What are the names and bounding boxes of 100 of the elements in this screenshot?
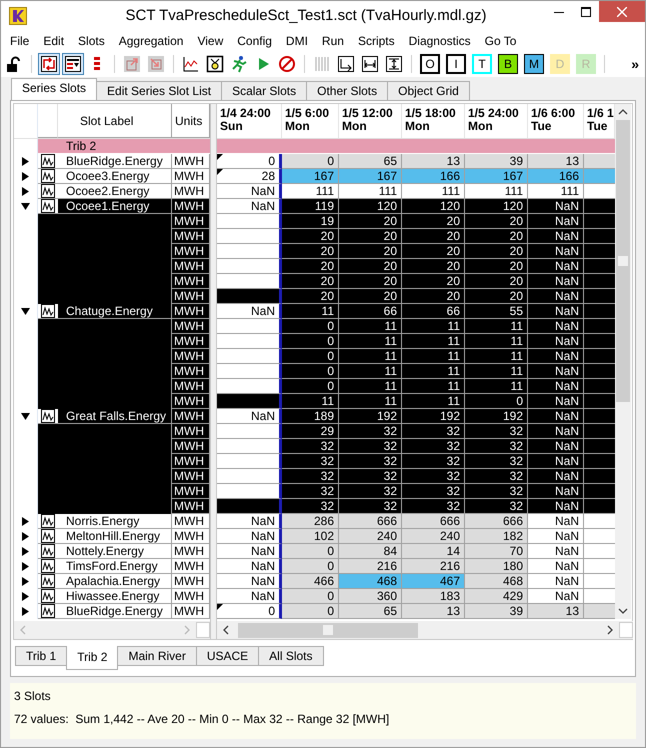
slot-label[interactable]: Norris.Energy [58, 514, 172, 529]
tab[interactable]: All Slots [258, 646, 324, 666]
expand-button[interactable] [383, 53, 405, 75]
bracket-button[interactable] [359, 53, 381, 75]
horizontal-scrollbar[interactable] [217, 621, 633, 639]
table-cell: NaN [217, 184, 282, 199]
tab[interactable]: Edit Series Slot List [96, 81, 222, 100]
expand-icon[interactable] [21, 592, 30, 601]
slot-label[interactable]: Hiwassee.Energy [58, 589, 172, 604]
menu-item[interactable]: Config [230, 34, 279, 48]
expand-icon[interactable] [21, 577, 30, 586]
letter-button[interactable]: B [498, 54, 518, 74]
letter-button[interactable]: M [524, 54, 544, 74]
table-cell: 32 [402, 454, 465, 469]
menu-item[interactable]: Slots [71, 34, 112, 48]
table-cell: NaN [528, 484, 584, 499]
table-cell: 32 [465, 424, 528, 439]
column-header[interactable]: Slot Label [58, 104, 172, 138]
table-cell: 19 [282, 214, 339, 229]
slot-label[interactable]: Ocoee3.Energy [58, 169, 172, 184]
table-cell: 20 [339, 274, 402, 289]
tab[interactable]: Main River [117, 646, 197, 666]
units-cell: MWH [172, 274, 210, 289]
expand-icon[interactable] [21, 532, 30, 541]
table-cell: NaN [528, 454, 584, 469]
tab[interactable]: Trib 1 [15, 646, 68, 666]
table-cell: NaN [528, 394, 584, 409]
table-cell: 32 [282, 469, 339, 484]
scrollbar-thumb[interactable] [238, 622, 418, 638]
bracket-button[interactable] [335, 53, 357, 75]
slot-label[interactable]: Nottely.Energy [58, 544, 172, 559]
horizontal-scrollbar[interactable] [14, 621, 210, 639]
table-cell: 0 [282, 589, 339, 604]
menu-item[interactable]: View [190, 34, 230, 48]
arrows-button[interactable] [38, 53, 60, 75]
letter-button[interactable]: I [446, 54, 466, 74]
tab[interactable]: USACE [196, 646, 260, 666]
menu-item[interactable]: Diagnostics [402, 34, 478, 48]
close-button[interactable] [599, 1, 645, 22]
node-button[interactable] [204, 53, 226, 75]
tab[interactable]: Other Slots [306, 81, 388, 100]
collapse-icon[interactable] [21, 307, 30, 316]
tab[interactable]: Scalar Slots [221, 81, 308, 100]
waveform-icon [41, 304, 55, 318]
collapse-icon[interactable] [21, 202, 30, 211]
scrollbar-thumb[interactable] [616, 120, 630, 402]
scroll-right-icon [183, 625, 191, 635]
column-header[interactable] [38, 104, 58, 138]
expand-icon[interactable] [21, 157, 30, 166]
letter-button[interactable]: O [420, 54, 440, 74]
table-cell: 20 [402, 229, 465, 244]
table-cell: 32 [339, 439, 402, 454]
menu-item[interactable]: File [3, 34, 36, 48]
table-cell: 0 [282, 349, 339, 364]
collapse-icon[interactable] [21, 412, 30, 421]
letter-button[interactable]: T [472, 54, 492, 74]
expand-icon[interactable] [21, 517, 30, 526]
units-cell: MWH [172, 499, 210, 514]
menu-item[interactable]: Edit [36, 34, 72, 48]
expand-icon[interactable] [21, 172, 30, 181]
slot-label[interactable]: Apalachia.Energy [58, 574, 172, 589]
slot-label[interactable]: BlueRidge.Energy [58, 154, 172, 169]
slot-label[interactable]: MeltonHill.Energy [58, 529, 172, 544]
table-cell: 0 [282, 319, 339, 334]
value-summary: 72 values: Sum 1,442 -- Ave 20 -- Min 0 -- Max 32 -- Range 32 [MWH] [14, 712, 390, 726]
expand-icon[interactable] [21, 562, 30, 571]
stop-button[interactable] [276, 53, 298, 75]
tab[interactable]: Series Slots [11, 78, 98, 100]
menu-item[interactable]: Run [314, 34, 351, 48]
expand-icon[interactable] [21, 547, 30, 556]
slot-label[interactable]: Great Falls.Energy [58, 409, 172, 424]
menu-item[interactable]: Go To [478, 34, 524, 48]
expand-icon[interactable] [21, 187, 30, 196]
table-cell: 11 [402, 319, 465, 334]
table-cell: NaN [217, 574, 282, 589]
menu-item[interactable]: Aggregation [112, 34, 190, 48]
table-cell: NaN [528, 439, 584, 454]
vertical-scrollbar[interactable] [615, 104, 631, 619]
units-cell: MWH [172, 214, 210, 229]
overflow-button[interactable]: » [625, 56, 645, 72]
menu-item[interactable]: Scripts [350, 34, 402, 48]
expand-icon[interactable] [21, 607, 30, 616]
table-cell: NaN [217, 514, 282, 529]
slot-label[interactable]: Chatuge.Energy [58, 304, 172, 319]
table-cell: 189 [282, 409, 339, 424]
table-cell: 39 [465, 154, 528, 169]
menu-item[interactable]: DMI [278, 34, 315, 48]
table-cell: NaN [217, 589, 282, 604]
filter-button[interactable] [62, 53, 84, 75]
table-cell: 111 [528, 184, 584, 199]
slot-label[interactable]: TimsFord.Energy [58, 559, 172, 574]
table-cell: 666 [339, 514, 402, 529]
table-cell: NaN [528, 259, 584, 274]
chart-icon [182, 55, 200, 73]
tab[interactable]: Object Grid [387, 81, 470, 100]
column-date: 1/5 24:00 [468, 107, 520, 120]
scroll-right-icon [606, 625, 614, 635]
slot-label[interactable]: BlueRidge.Energy [58, 604, 172, 619]
table-cell: 32 [339, 424, 402, 439]
slot-label[interactable]: Ocoee1.Energy [58, 199, 172, 214]
